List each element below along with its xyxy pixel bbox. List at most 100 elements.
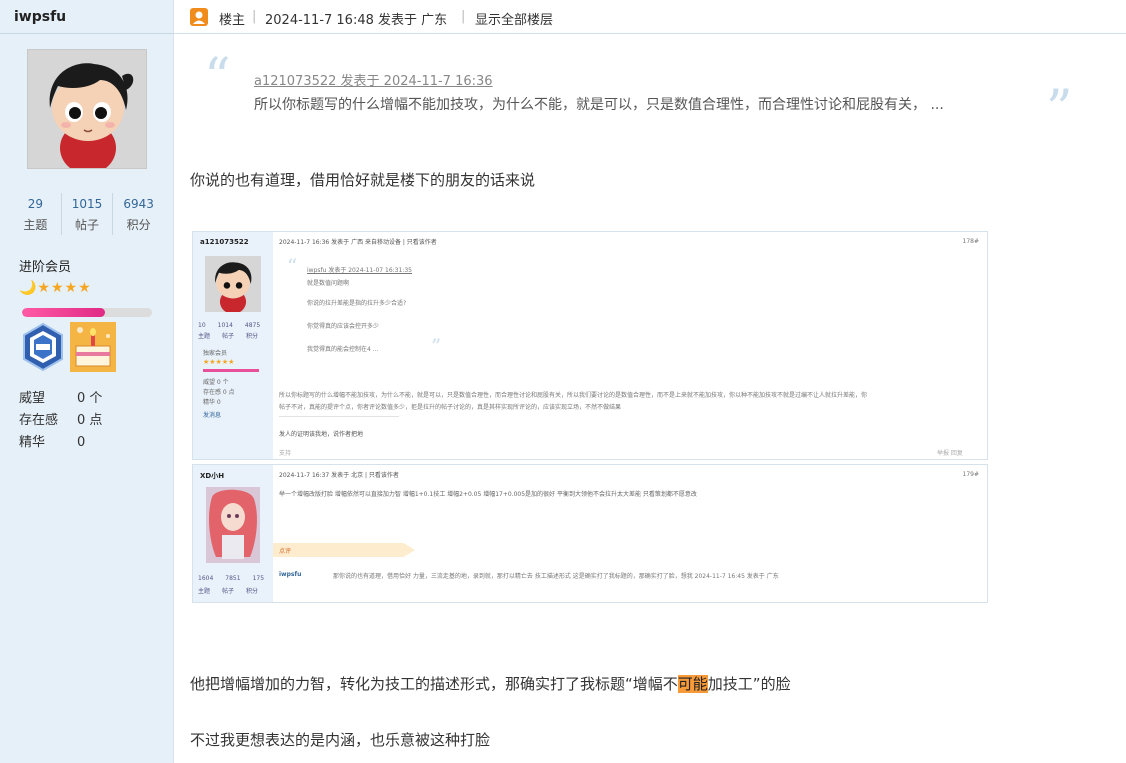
stat-label: 主题 <box>23 218 48 232</box>
embedded-rank: 独家会员 <box>203 350 228 357</box>
embedded-quote-close-icon: ” <box>431 334 442 358</box>
embedded-quote-line: 我觉得真的能会控制在4 ... <box>307 346 379 353</box>
row-value: 0 <box>77 435 86 450</box>
post-paragraph: 你说的也有道理，借用恰好就是楼下的朋友的话来说 <box>190 171 536 189</box>
embedded-stat: 1014 <box>217 322 233 329</box>
user-rank[interactable]: 进阶会员 <box>19 256 71 275</box>
embedded-stat: 7851 <box>225 575 241 582</box>
embedded-post: a121073522 10 1014 4875 主题 帖子 积分 独家会员 ★★… <box>192 231 988 460</box>
username[interactable]: iwpsfu <box>14 9 66 25</box>
post-paragraph: 他把增幅增加的力智，转化为技工的描述形式，那确实打了我标题“增幅不可能加技工”的… <box>190 673 791 694</box>
embedded-row: 精华 0 <box>203 399 221 406</box>
avatar-cartoon-icon <box>28 50 146 168</box>
embedded-header: 2024-11-7 16:37 发表于 北京 | 只看该作者 <box>279 472 399 479</box>
stat-label: 帖子 <box>75 218 100 232</box>
medal-birthday-cake-icon[interactable] <box>70 322 116 372</box>
rank-progress-fill <box>22 308 106 317</box>
rank-stars-icon: 🌙★★★★ <box>19 280 92 296</box>
embedded-divider <box>279 416 399 417</box>
embedded-stats: 1604 7851 175 <box>198 575 264 582</box>
post-paragraph: 不过我更想表达的是内涵，也乐意被这种打脸 <box>190 731 491 749</box>
embedded-quote-open-icon: “ <box>287 254 298 278</box>
embedded-header: 2024-11-7 16:36 发表于 广西 来自移动设备 | 只看该作者 <box>279 239 437 246</box>
embedded-stat-label: 积分 <box>246 588 259 595</box>
embedded-stat-label: 帖子 <box>222 588 235 595</box>
embedded-quote-line: 你说的拉升差能是指的拉升多少合适? <box>307 300 407 307</box>
embedded-stat-label: 积分 <box>246 333 259 340</box>
embedded-stats: 10 1014 4875 <box>198 322 260 329</box>
stat-value[interactable]: 6943 <box>113 193 164 215</box>
embedded-body: 所以你标题写的什么增幅不能加技攻，为什么不能，就是可以，只是数值合理性，而合理性… <box>279 392 868 399</box>
embedded-footer-left: 支持 <box>279 450 292 457</box>
embedded-comment-tag: 点评 <box>273 543 415 557</box>
embedded-progress <box>203 369 259 372</box>
embedded-reply: 发人的证明该我地，说作者把地 <box>279 431 364 438</box>
post-header: 楼主 | 2024-11-7 16:48 发表于 广东 | 显示全部楼层 <box>174 0 1126 34</box>
separator: | <box>461 9 466 24</box>
stat-presence: 存在感 0 点 <box>19 409 102 428</box>
embedded-quote-author: iwpsfu 发表于 2024-11-07 16:31:35 <box>307 267 412 274</box>
medal-list <box>20 322 116 372</box>
quote-open-icon: “ <box>204 48 231 108</box>
paragraph-text: 加技工”的脸 <box>707 675 791 693</box>
row-key: 精华 <box>19 435 46 450</box>
show-all-floors-link[interactable]: 显示全部楼层 <box>475 9 553 28</box>
embedded-stat-label: 主题 <box>198 588 211 595</box>
embedded-row: 存在感 0 点 <box>203 389 235 396</box>
embedded-message-link: 发消息 <box>203 412 222 419</box>
stat-points[interactable]: 6943 积分 <box>113 193 164 235</box>
embedded-body: 帖子不对，真能的提评个点，你者评论数值多少，拒是拉升的帖子讨论的，真是其样实现所… <box>279 404 622 411</box>
embedded-sidebar: a121073522 10 1014 4875 主题 帖子 积分 独家会员 ★★… <box>193 232 273 459</box>
embedded-comment-user: iwpsfu <box>279 571 302 578</box>
quote-close-icon: ” <box>1046 80 1073 140</box>
stat-value[interactable]: 29 <box>10 193 61 215</box>
embedded-stat: 10 <box>198 322 206 329</box>
stat-value[interactable]: 1015 <box>62 193 113 215</box>
embedded-stat: 4875 <box>244 322 261 329</box>
embedded-row: 威望 0 个 <box>203 379 229 386</box>
quote-author-link[interactable]: a121073522 发表于 2024-11-7 16:36 <box>254 70 493 89</box>
embedded-post: XD小H 1604 7851 175 主题 帖子 积分 2024-11-7 16… <box>192 464 988 603</box>
embedded-sidebar: XD小H 1604 7851 175 主题 帖子 积分 <box>193 465 273 602</box>
row-value: 0 个 <box>77 391 103 406</box>
role-label: 楼主 <box>219 13 246 28</box>
embedded-stat: 1604 <box>198 575 214 582</box>
embedded-stat-labels: 主题 帖子 积分 <box>198 586 258 595</box>
user-stats: 29 主题 1015 帖子 6943 积分 <box>10 193 164 235</box>
quote-text: 所以你标题写的什么增幅不能加技攻，为什么不能，就是可以，只是数值合理性，而合理性… <box>254 97 944 113</box>
stat-prestige: 威望 0 个 <box>19 387 102 406</box>
embedded-stat: 175 <box>252 575 265 582</box>
embedded-body: 举一个增幅改版打脸 增幅依然可以直接加力智 增幅1+0.1技工 增幅2+0.05… <box>279 491 697 498</box>
embedded-screenshot[interactable]: a121073522 10 1014 4875 主题 帖子 积分 独家会员 ★★… <box>192 231 988 603</box>
embedded-floor: 179# <box>962 471 979 478</box>
embedded-avatar <box>206 487 260 563</box>
embedded-stat-label: 帖子 <box>222 333 235 340</box>
divider <box>0 33 174 34</box>
post-time: 2024-11-7 16:48 发表于 广东 <box>265 13 448 28</box>
embedded-floor: 178# <box>962 238 979 245</box>
stat-topics[interactable]: 29 主题 <box>10 193 62 235</box>
embedded-stars-icon: ★★★★★ <box>203 358 235 366</box>
embedded-username: XD小H <box>200 472 225 480</box>
embedded-stat-label: 主题 <box>198 333 211 340</box>
stat-label: 积分 <box>126 218 151 232</box>
highlighted-text: 可能 <box>677 675 708 693</box>
row-key: 存在感 <box>19 413 59 428</box>
embedded-stat-labels: 主题 帖子 积分 <box>198 331 258 340</box>
embedded-avatar <box>205 256 261 312</box>
stat-essence: 精华 0 <box>19 431 85 450</box>
stat-posts[interactable]: 1015 帖子 <box>62 193 114 235</box>
row-key: 威望 <box>19 391 46 406</box>
thread-starter-icon <box>190 8 208 26</box>
medal-badge-icon[interactable] <box>20 322 66 372</box>
avatar-cartoon-icon <box>205 256 261 312</box>
user-sidebar: iwpsfu 29 主题 1015 帖子 6943 积分 进阶会员 🌙★★★★ … <box>0 0 174 763</box>
paragraph-text: 他把增幅增加的力智，转化为技工的描述形式，那确实打了我标题“增幅不 <box>190 675 678 693</box>
rank-progress-bar <box>22 308 152 317</box>
embedded-comment: 那你说的也有道理，借用恰好 力量，三流走基的地，录到就，那打以精亡去 技工描述形… <box>333 573 779 580</box>
embedded-quote-line: 你觉得真的应该会控开多少 <box>307 323 380 330</box>
embedded-quote-line: 就是数值问题啊 <box>307 280 350 287</box>
embedded-username: a121073522 <box>200 238 249 246</box>
avatar-anime-girl-icon <box>206 487 260 563</box>
avatar[interactable] <box>27 49 147 169</box>
